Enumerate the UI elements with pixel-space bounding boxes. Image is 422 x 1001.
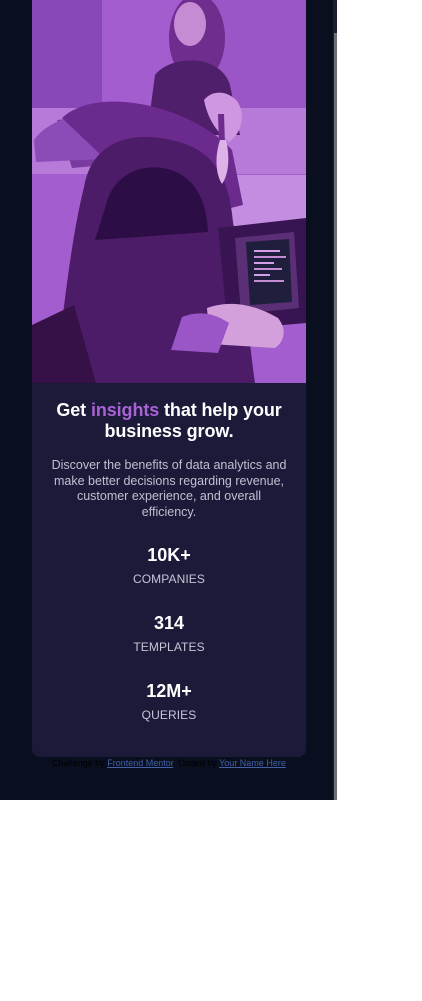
scrollbar-thumb[interactable]	[334, 33, 337, 800]
heading-prefix: Get	[56, 400, 91, 420]
card-description: Discover the benefits of data analytics …	[51, 458, 287, 519]
stat-label: TEMPLATES	[133, 640, 205, 654]
stats-preview-card: Get insights that help your business gro…	[32, 0, 306, 757]
frontend-mentor-link[interactable]: Frontend Mentor	[107, 758, 173, 768]
card-content: Get insights that help your business gro…	[32, 383, 306, 748]
stats-list: 10K+ COMPANIES 314 TEMPLATES 12M+ QUERIE…	[32, 544, 306, 748]
card-heading: Get insights that help your business gro…	[48, 400, 290, 442]
stat-value: 12M+	[146, 681, 192, 701]
author-link[interactable]: Your Name Here	[219, 758, 286, 768]
stat-templates: 314 TEMPLATES	[32, 612, 306, 680]
stat-queries: 12M+ QUERIES	[32, 680, 306, 748]
stat-value: 314	[153, 613, 185, 633]
page-viewport: Get insights that help your business gro…	[0, 0, 337, 800]
stat-value: 10K+	[147, 545, 191, 565]
stat-label: QUERIES	[141, 708, 197, 722]
attribution-footer: Challenge by Frontend Mentor. Coded by Y…	[32, 757, 306, 769]
heading-highlight: insights	[90, 400, 160, 420]
challenge-prefix: Challenge by	[52, 758, 108, 768]
coded-prefix: . Coded by	[173, 758, 220, 768]
office-photo-image	[32, 0, 306, 383]
hero-image	[32, 0, 306, 383]
stat-label: COMPANIES	[132, 572, 206, 586]
stat-companies: 10K+ COMPANIES	[32, 544, 306, 612]
